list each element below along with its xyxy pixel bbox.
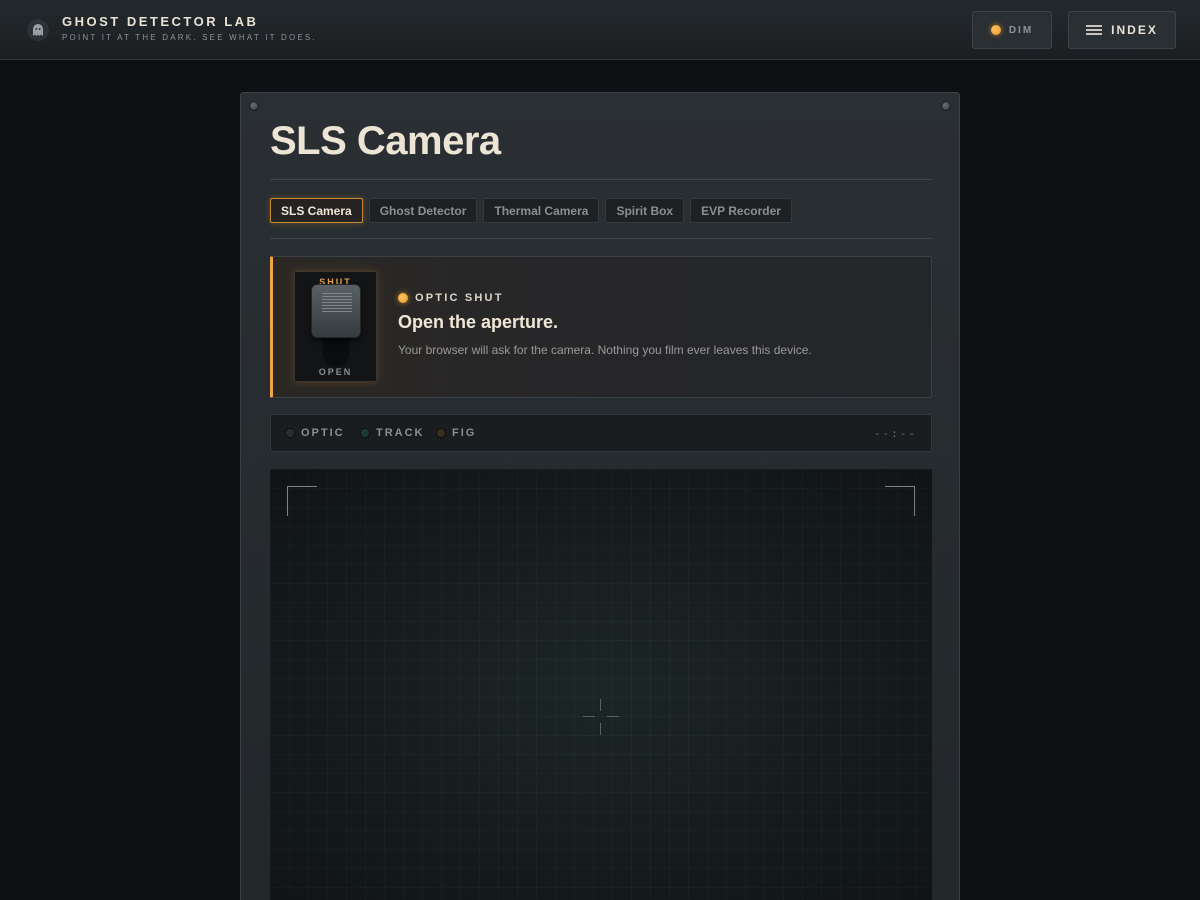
hamburger-menu-icon: [1086, 25, 1103, 35]
switch-lever[interactable]: [311, 284, 361, 338]
frame-corner-icon: [885, 486, 915, 516]
indicator-label: OPTIC: [301, 427, 345, 439]
optic-card: SHUT OPEN OPTIC SHUT Open the aperture. …: [270, 256, 932, 398]
indicator-optic: OPTIC: [285, 427, 345, 439]
divider: [270, 179, 932, 180]
tool-tabs: SLS Camera Ghost Detector Thermal Camera…: [270, 198, 792, 223]
crosshair-icon: [583, 699, 619, 735]
status-strip: OPTIC TRACK FIG --:--: [270, 414, 932, 452]
optic-heading: Open the aperture.: [398, 312, 559, 332]
tab-evp-recorder[interactable]: EVP Recorder: [690, 198, 792, 223]
status-dot-icon: [360, 428, 370, 438]
screw-icon: [249, 101, 259, 111]
frame-corner-icon: [287, 486, 317, 516]
optic-status: OPTIC SHUT: [398, 292, 504, 304]
status-dot-icon: [285, 428, 295, 438]
indicator-fig: FIG: [436, 427, 476, 439]
switch-open-label: OPEN: [318, 367, 353, 377]
instrument-panel: SLS Camera SLS Camera Ghost Detector The…: [240, 92, 960, 900]
index-button-label: INDEX: [1111, 23, 1158, 37]
tab-thermal-camera[interactable]: Thermal Camera: [483, 198, 600, 223]
status-led-icon: [398, 293, 408, 303]
optic-status-label: OPTIC SHUT: [415, 292, 504, 304]
page-title: SLS Camera: [270, 119, 501, 163]
dim-button[interactable]: DIM: [972, 11, 1052, 49]
index-button[interactable]: INDEX: [1068, 11, 1176, 49]
top-bar: GHOST DETECTOR LAB POINT IT AT THE DARK.…: [0, 0, 1200, 60]
tab-spirit-box[interactable]: Spirit Box: [605, 198, 685, 223]
tab-ghost-detector[interactable]: Ghost Detector: [368, 198, 478, 223]
aperture-switch[interactable]: SHUT OPEN: [294, 271, 377, 382]
timecode: --:--: [873, 427, 917, 440]
tab-sls-camera[interactable]: SLS Camera: [270, 198, 363, 223]
ghost-icon: [27, 19, 49, 41]
app-title: GHOST DETECTOR LAB: [62, 14, 259, 29]
optic-description: Your browser will ask for the camera. No…: [398, 343, 812, 357]
camera-viewport: [270, 469, 932, 900]
status-dot-icon: [436, 428, 446, 438]
app-subtitle: POINT IT AT THE DARK. SEE WHAT IT DOES.: [62, 33, 317, 42]
led-indicator-icon: [990, 25, 1001, 35]
screw-icon: [941, 101, 951, 111]
dim-button-label: DIM: [1008, 24, 1034, 36]
indicator-label: FIG: [452, 427, 477, 439]
indicator-track: TRACK: [360, 427, 425, 439]
divider: [270, 238, 932, 239]
indicator-label: TRACK: [376, 427, 425, 439]
